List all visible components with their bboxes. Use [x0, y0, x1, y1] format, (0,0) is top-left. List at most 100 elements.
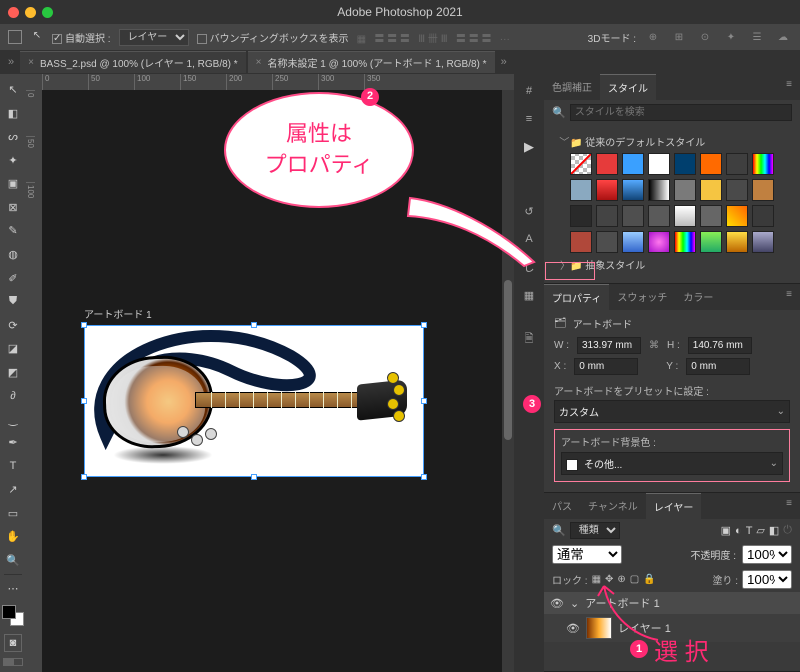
- orbit-icon[interactable]: ⊕: [644, 28, 662, 46]
- document-tab[interactable]: ×BASS_2.psd @ 100% (レイヤー 1, RGB/8) *: [20, 51, 246, 73]
- opacity-dropdown[interactable]: 100%: [742, 545, 792, 564]
- lasso-tool-icon[interactable]: ᔕ: [0, 125, 26, 149]
- lock-position-icon[interactable]: ✥: [605, 574, 613, 585]
- style-swatch[interactable]: [570, 179, 592, 201]
- lock-pixels-icon[interactable]: ▦: [592, 574, 601, 585]
- bounding-box-checkbox[interactable]: [197, 34, 207, 44]
- close-tab-icon[interactable]: ×: [256, 57, 262, 68]
- pan-icon[interactable]: ⊞: [670, 28, 688, 46]
- zoom-icon[interactable]: ⊙: [696, 28, 714, 46]
- horizontal-ruler[interactable]: 050100150200250300350: [42, 74, 514, 90]
- close-tab-icon[interactable]: ×: [28, 57, 34, 68]
- measure-icon[interactable]: し: [518, 256, 540, 278]
- width-input[interactable]: [577, 337, 641, 354]
- frame-tool-icon[interactable]: ⊠: [0, 196, 26, 220]
- panel-menu-icon[interactable]: ≡: [778, 493, 800, 519]
- style-swatch[interactable]: [726, 205, 748, 227]
- clone-tool-icon[interactable]: ⛊: [0, 290, 26, 314]
- tab-properties[interactable]: プロパティ: [544, 284, 609, 310]
- style-swatch[interactable]: [570, 231, 592, 253]
- filter-toggle-icon[interactable]: ⏻: [783, 524, 792, 537]
- tab-swatches[interactable]: スウォッチ: [609, 284, 675, 310]
- swatches-icon[interactable]: ▦: [518, 284, 540, 306]
- style-swatch[interactable]: [726, 179, 748, 201]
- filter-image-icon[interactable]: ▣: [721, 524, 731, 537]
- brush-tool-icon[interactable]: ✐: [0, 266, 26, 290]
- eyedropper-tool-icon[interactable]: ✎: [0, 219, 26, 243]
- style-swatch[interactable]: [674, 205, 696, 227]
- info-icon[interactable]: 🗎: [518, 328, 540, 350]
- vertical-scrollbar[interactable]: [502, 90, 514, 672]
- layer-filter-kind[interactable]: 種類: [570, 522, 620, 539]
- style-swatch[interactable]: [752, 205, 774, 227]
- more-icon[interactable]: ☰: [748, 28, 766, 46]
- gradient-tool-icon[interactable]: ◩: [0, 360, 26, 384]
- style-swatch[interactable]: [674, 153, 696, 175]
- crop-tool-icon[interactable]: ▣: [0, 172, 26, 196]
- document-tab[interactable]: ×名称未設定 1 @ 100% (アートボード 1, RGB/8) *: [248, 51, 495, 73]
- style-swatch[interactable]: [700, 153, 722, 175]
- visibility-icon[interactable]: 👁: [566, 622, 580, 635]
- tab-layers[interactable]: レイヤー: [646, 493, 702, 519]
- style-swatch[interactable]: [700, 231, 722, 253]
- ruler-origin[interactable]: [26, 74, 42, 90]
- blend-mode-dropdown[interactable]: 通常: [552, 545, 622, 564]
- tab-color-correction[interactable]: 色調補正: [544, 74, 600, 100]
- style-swatch[interactable]: [622, 205, 644, 227]
- dodge-tool-icon[interactable]: ‿: [0, 407, 26, 431]
- style-swatch[interactable]: [674, 179, 696, 201]
- bg-color-dropdown[interactable]: その他...: [561, 452, 783, 475]
- tab-color[interactable]: カラー: [675, 284, 721, 310]
- tabs-overflow-icon[interactable]: »: [497, 56, 511, 68]
- style-swatch[interactable]: [570, 205, 592, 227]
- x-input[interactable]: [574, 358, 638, 375]
- eraser-tool-icon[interactable]: ◪: [0, 337, 26, 361]
- style-swatch[interactable]: [596, 153, 618, 175]
- layer-row-artboard[interactable]: 👁 ⌄ アートボード 1: [544, 592, 800, 614]
- style-swatch[interactable]: [570, 153, 592, 175]
- type-tool-icon[interactable]: T: [0, 455, 26, 479]
- style-swatch[interactable]: [596, 179, 618, 201]
- style-swatch[interactable]: [674, 231, 696, 253]
- artboard[interactable]: アートボード 1: [84, 306, 424, 477]
- style-swatch[interactable]: [622, 231, 644, 253]
- quick-mask-icon[interactable]: ◙: [4, 634, 22, 652]
- libraries-icon[interactable]: #: [518, 80, 540, 102]
- color-swatch[interactable]: [2, 605, 24, 627]
- history-icon[interactable]: ↺: [518, 200, 540, 222]
- link-dims-icon[interactable]: ⌘: [649, 340, 659, 351]
- style-swatch[interactable]: [726, 153, 748, 175]
- expand-icon[interactable]: ⌄: [570, 597, 579, 610]
- path-tool-icon[interactable]: ↗: [0, 478, 26, 502]
- panel-menu-icon[interactable]: ≡: [518, 108, 540, 130]
- height-input[interactable]: [688, 337, 752, 354]
- style-swatch[interactable]: [596, 205, 618, 227]
- style-search-input[interactable]: [570, 104, 792, 121]
- auto-select-checkbox[interactable]: [52, 34, 62, 44]
- visibility-icon[interactable]: 👁: [550, 597, 564, 610]
- artboard-tool-icon[interactable]: ◧: [0, 102, 26, 126]
- filter-type-icon[interactable]: T: [746, 525, 753, 537]
- auto-select-target-dropdown[interactable]: レイヤー: [119, 29, 189, 46]
- style-swatch[interactable]: [752, 231, 774, 253]
- move-tool-icon[interactable]: ↖: [0, 78, 26, 102]
- panel-menu-icon[interactable]: ≡: [778, 74, 800, 100]
- tab-channels[interactable]: チャンネル: [580, 493, 646, 519]
- preset-dropdown[interactable]: カスタム: [554, 400, 790, 423]
- hand-tool-icon[interactable]: ✋: [0, 525, 26, 549]
- healing-tool-icon[interactable]: ◍: [0, 243, 26, 267]
- tab-styles[interactable]: スタイル: [600, 74, 656, 100]
- style-swatch[interactable]: [648, 231, 670, 253]
- y-input[interactable]: [686, 358, 750, 375]
- history-brush-tool-icon[interactable]: ⟳: [0, 313, 26, 337]
- zoom-tool-icon[interactable]: 🔍: [0, 549, 26, 573]
- tabs-scroll-icon[interactable]: »: [4, 56, 18, 68]
- lock-artboard-icon[interactable]: ⊕: [617, 574, 625, 585]
- fill-dropdown[interactable]: 100%: [742, 570, 792, 589]
- quick-select-tool-icon[interactable]: ✦: [0, 149, 26, 173]
- axis-icon[interactable]: ✦: [722, 28, 740, 46]
- cloud-icon[interactable]: ☁: [774, 28, 792, 46]
- style-swatch[interactable]: [752, 179, 774, 201]
- shape-tool-icon[interactable]: ▭: [0, 502, 26, 526]
- lock-nest-icon[interactable]: ▢: [630, 574, 639, 585]
